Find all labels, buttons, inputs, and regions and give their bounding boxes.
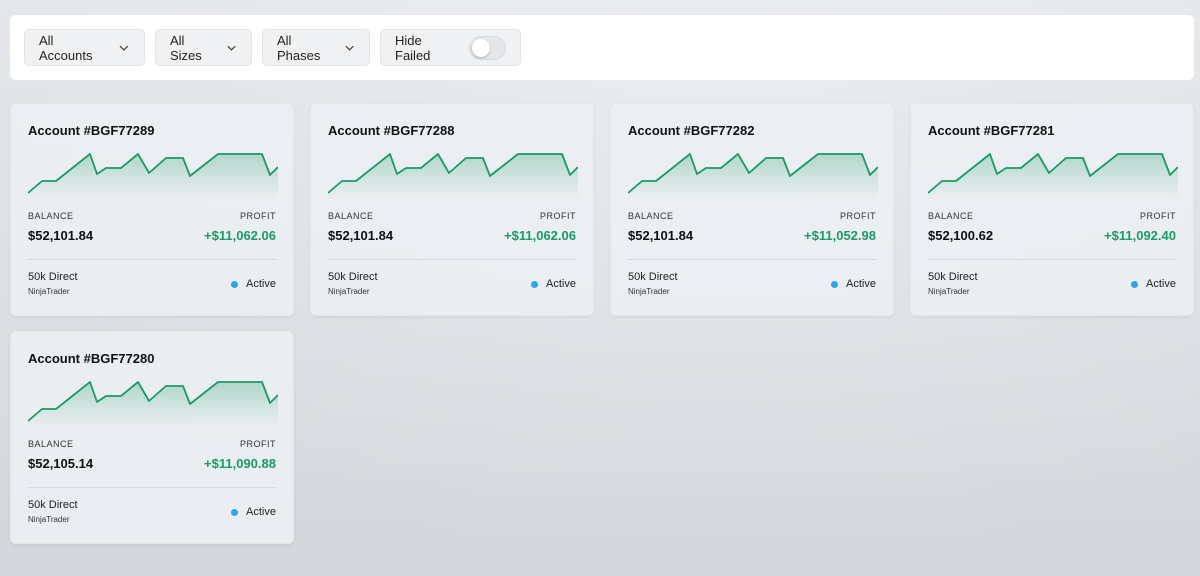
plan-name: 50k Direct bbox=[928, 271, 978, 283]
hide-failed-label: Hide Failed bbox=[395, 32, 431, 63]
status-text: Active bbox=[846, 278, 876, 290]
plan-name: 50k Direct bbox=[628, 271, 678, 283]
balance-value: $52,100.62 bbox=[928, 228, 994, 243]
sizes-filter-dropdown[interactable]: All Sizes bbox=[155, 29, 252, 66]
status-text: Active bbox=[1146, 278, 1176, 290]
sparkline-chart bbox=[28, 381, 278, 426]
account-card[interactable]: Account #BGF77288 BALANCE PROFIT $52,101… bbox=[310, 103, 594, 316]
status-dot-icon bbox=[831, 280, 839, 288]
balance-value: $52,101.84 bbox=[328, 228, 394, 243]
status-badge: Active bbox=[231, 506, 276, 518]
phases-filter-dropdown[interactable]: All Phases bbox=[262, 29, 370, 66]
profit-label: PROFIT bbox=[1140, 211, 1176, 221]
profit-value: +$11,062.06 bbox=[504, 228, 576, 243]
divider bbox=[328, 259, 576, 260]
account-title: Account #BGF77280 bbox=[28, 351, 155, 366]
chevron-down-icon bbox=[345, 45, 354, 51]
plan-name: 50k Direct bbox=[328, 271, 378, 283]
status-badge: Active bbox=[1131, 278, 1176, 290]
status-dot-icon bbox=[531, 280, 539, 288]
plan-name: 50k Direct bbox=[28, 499, 78, 511]
sparkline-chart bbox=[328, 153, 578, 198]
divider bbox=[928, 259, 1176, 260]
profit-label: PROFIT bbox=[240, 211, 276, 221]
status-badge: Active bbox=[231, 278, 276, 290]
status-text: Active bbox=[246, 506, 276, 518]
plan-name: 50k Direct bbox=[28, 271, 78, 283]
platform-name: NinjaTrader bbox=[928, 287, 970, 296]
sparkline-area bbox=[28, 382, 278, 426]
balance-label: BALANCE bbox=[328, 211, 374, 221]
platform-name: NinjaTrader bbox=[28, 287, 70, 296]
profit-value: +$11,090.88 bbox=[204, 456, 276, 471]
account-card[interactable]: Account #BGF77281 BALANCE PROFIT $52,100… bbox=[910, 103, 1194, 316]
sizes-filter-label: All Sizes bbox=[170, 32, 202, 63]
account-title: Account #BGF77289 bbox=[28, 123, 155, 138]
platform-name: NinjaTrader bbox=[328, 287, 370, 296]
balance-value: $52,101.84 bbox=[28, 228, 94, 243]
accounts-filter-dropdown[interactable]: All Accounts bbox=[24, 29, 145, 66]
profit-value: +$11,052.98 bbox=[804, 228, 876, 243]
sparkline-chart bbox=[28, 153, 278, 198]
profit-value: +$11,062.06 bbox=[204, 228, 276, 243]
chevron-down-icon bbox=[227, 45, 236, 51]
divider bbox=[628, 259, 876, 260]
balance-label: BALANCE bbox=[628, 211, 674, 221]
status-dot-icon bbox=[231, 280, 239, 288]
platform-name: NinjaTrader bbox=[28, 515, 70, 524]
balance-value: $52,105.14 bbox=[28, 456, 94, 471]
status-text: Active bbox=[546, 278, 576, 290]
sparkline-chart bbox=[628, 153, 878, 198]
balance-label: BALANCE bbox=[28, 211, 74, 221]
sparkline-chart bbox=[928, 153, 1178, 198]
hide-failed-toggle[interactable] bbox=[469, 35, 506, 60]
filter-bar: All Accounts All Sizes All Phases Hide F… bbox=[10, 15, 1194, 80]
phases-filter-label: All Phases bbox=[277, 32, 321, 63]
status-text: Active bbox=[246, 278, 276, 290]
status-badge: Active bbox=[831, 278, 876, 290]
divider bbox=[28, 487, 276, 488]
chevron-down-icon bbox=[119, 45, 129, 51]
platform-name: NinjaTrader bbox=[628, 287, 670, 296]
balance-label: BALANCE bbox=[928, 211, 974, 221]
account-title: Account #BGF77282 bbox=[628, 123, 755, 138]
divider bbox=[28, 259, 276, 260]
hide-failed-control: Hide Failed bbox=[380, 29, 521, 66]
profit-label: PROFIT bbox=[540, 211, 576, 221]
account-title: Account #BGF77288 bbox=[328, 123, 455, 138]
status-dot-icon bbox=[1131, 280, 1139, 288]
account-card[interactable]: Account #BGF77282 BALANCE PROFIT $52,101… bbox=[610, 103, 894, 316]
status-badge: Active bbox=[531, 278, 576, 290]
sparkline-area bbox=[628, 154, 878, 198]
account-card[interactable]: Account #BGF77280 BALANCE PROFIT $52,105… bbox=[10, 331, 294, 544]
account-title: Account #BGF77281 bbox=[928, 123, 1055, 138]
profit-label: PROFIT bbox=[240, 439, 276, 449]
accounts-filter-label: All Accounts bbox=[39, 32, 93, 63]
sparkline-area bbox=[28, 154, 278, 198]
sparkline-area bbox=[328, 154, 578, 198]
balance-label: BALANCE bbox=[28, 439, 74, 449]
profit-label: PROFIT bbox=[840, 211, 876, 221]
balance-value: $52,101.84 bbox=[628, 228, 694, 243]
sparkline-area bbox=[928, 154, 1178, 198]
toggle-knob bbox=[472, 38, 491, 57]
status-dot-icon bbox=[231, 508, 239, 516]
profit-value: +$11,092.40 bbox=[1104, 228, 1176, 243]
account-card[interactable]: Account #BGF77289 BALANCE PROFIT $52,101… bbox=[10, 103, 294, 316]
